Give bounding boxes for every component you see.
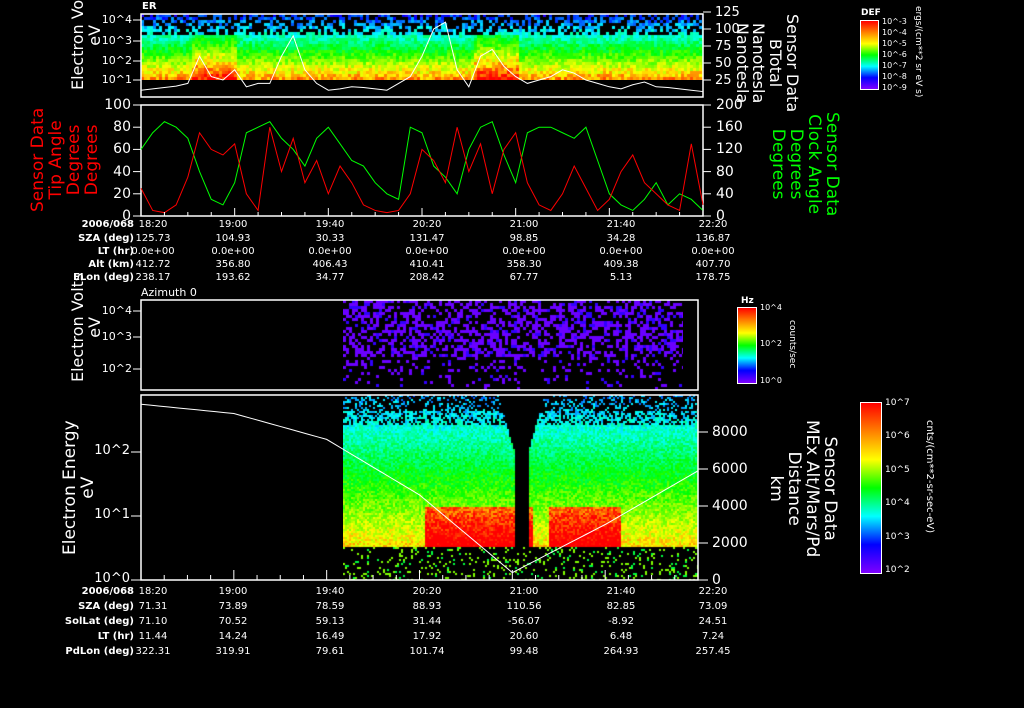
btotal-line	[140, 21, 704, 93]
electron-energy-panel-frame	[140, 394, 699, 581]
angle-panel-frame	[140, 104, 704, 217]
clock-angle-line	[140, 120, 704, 212]
azimuth-panel-frame	[140, 299, 699, 391]
plot-canvas	[131, 11, 711, 581]
distance-line	[140, 403, 699, 574]
